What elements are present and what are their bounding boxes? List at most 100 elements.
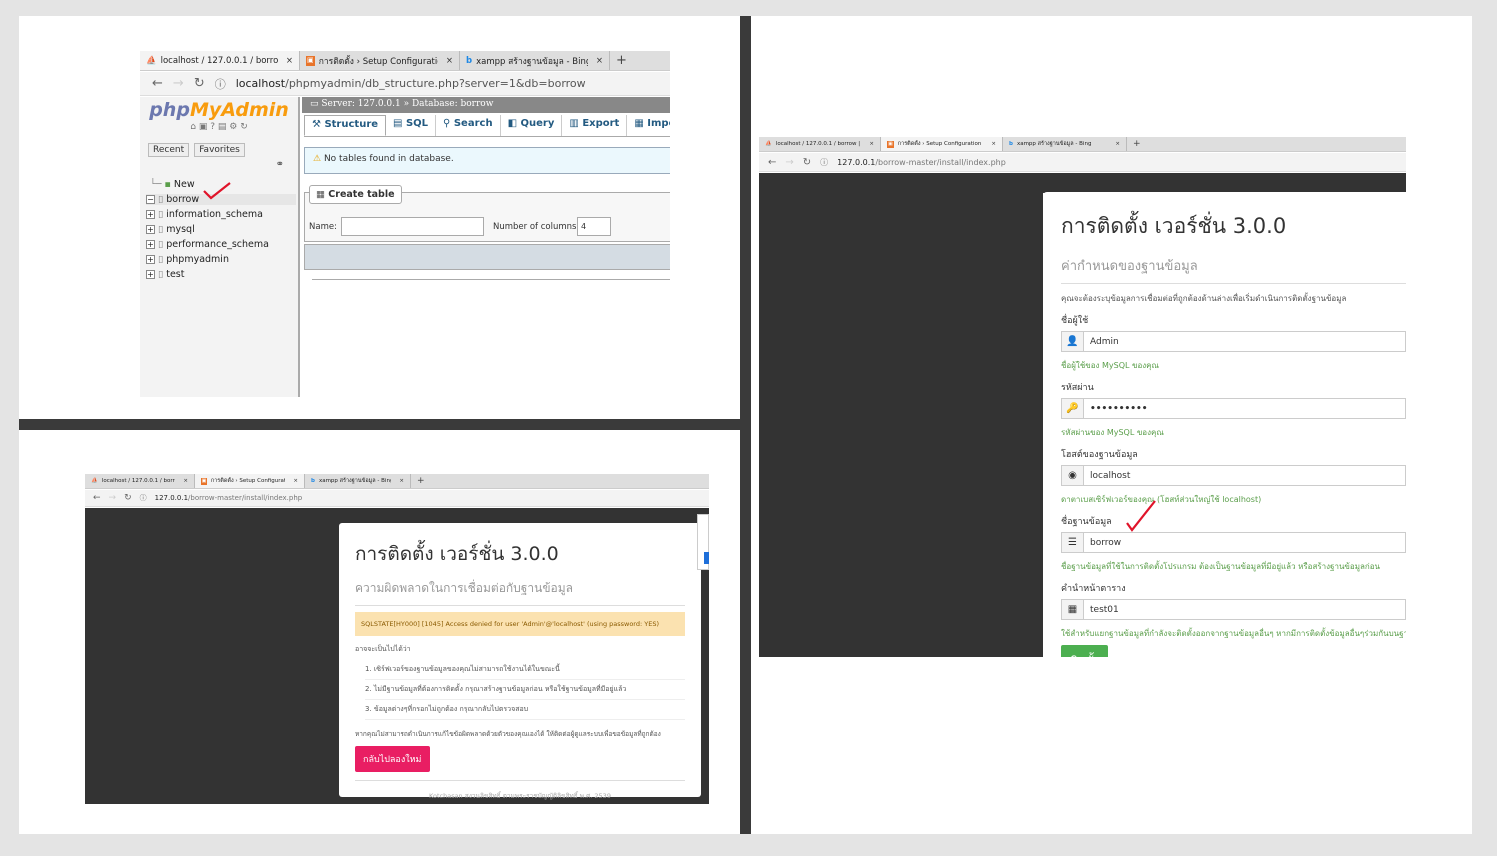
error-tab-bar: ⛵ localhost / 127.0.0.1 / borrow | p × ▣… (85, 474, 709, 489)
pma-logo: phpMyAdmin (149, 99, 289, 121)
browser-tab-setup[interactable]: ▣ การติดตั้ง › Setup Configuration F × (195, 474, 305, 488)
divider-line (312, 279, 670, 280)
recent-button[interactable]: Recent (148, 143, 190, 157)
table-icon: ▦ (1062, 600, 1084, 619)
page-background-left (759, 193, 1043, 657)
site-info-icon[interactable]: ⓘ (215, 76, 226, 92)
close-tab-icon[interactable]: × (987, 141, 996, 147)
back-icon[interactable]: ← (768, 157, 776, 168)
username-label: ชื่อผู้ใช้ (1061, 316, 1089, 326)
tree-item-performance-schema[interactable]: + ▯ performance_schema (146, 239, 269, 250)
url-field[interactable]: 127.0.0.1/borrow-master/install/index.ph… (155, 494, 303, 502)
reload-icon[interactable]: ↻ (194, 76, 205, 91)
new-tab-button[interactable]: + (1127, 137, 1147, 151)
reason-1: 1. เซิร์ฟเวอร์ของฐานข้อมูลของคุณไม่สามาร… (365, 664, 685, 680)
tab-query[interactable]: ◧ Query (501, 115, 563, 136)
table-name-input[interactable] (341, 217, 484, 236)
footer-text: Kotchasan สงวนลิขสิทธิ์ ตามพระราชบัญญัติ… (429, 792, 611, 800)
export-icon: ▥ (569, 118, 579, 129)
site-info-icon[interactable]: ⓘ (140, 493, 147, 503)
tree-item-phpmyadmin[interactable]: + ▯ phpmyadmin (146, 254, 229, 265)
new-tab-button[interactable]: + (610, 51, 633, 70)
tree-item-new[interactable]: └─ ▪ New (150, 179, 195, 190)
setup-favicon-icon: ▣ (201, 477, 207, 485)
browser-tab-bing[interactable]: b xampp สร้างฐานข้อมูล - Bing × (460, 51, 610, 70)
side-popup-button[interactable] (704, 552, 709, 564)
browser-tab-setup[interactable]: ▣ การติดตั้ง › Setup Configuration F × (881, 137, 1003, 151)
browser-tab-bing[interactable]: b xampp สร้างฐานข้อมูล - Bing × (1003, 137, 1127, 151)
pma-address-bar: ← → ↻ ⓘ localhost/phpmyadmin/db_structur… (140, 72, 670, 96)
columns-input[interactable]: 4 (577, 217, 611, 236)
pma-quick-icons: ⌂ ▣ ? ▤ ⚙ ↻ (140, 122, 298, 132)
reload-nav-icon[interactable]: ↻ (240, 122, 248, 132)
close-tab-icon[interactable]: × (1111, 141, 1120, 147)
page-title: การติดตั้ง เวอร์ชั่น 3.0.0 (355, 543, 559, 565)
browser-tab-pma[interactable]: ⛵ localhost / 127.0.0.1 / borrow | p × (85, 474, 195, 488)
install-screenshot-panel: ⛵ localhost / 127.0.0.1 / borrow | p × ▣… (751, 16, 1472, 834)
db-name-field[interactable]: ☰ borrow (1061, 532, 1406, 553)
help-icon[interactable]: ? (210, 122, 215, 132)
search-icon: ⚲ (443, 118, 451, 129)
pma-browser: ⛵ localhost / 127.0.0.1 / borrow | p × ▣… (140, 51, 670, 397)
new-db-icon: ▪ (164, 179, 171, 190)
horizontal-divider (19, 419, 740, 430)
install-button[interactable]: ติดตั้ง (1061, 645, 1109, 657)
forward-icon[interactable]: → (173, 76, 184, 91)
reason-2: 2. ไม่มีฐานข้อมูลที่ต้องการติดตั้ง กรุณา… (365, 684, 685, 700)
bing-favicon-icon: b (466, 55, 473, 66)
tab-import[interactable]: ▦ Import (627, 115, 670, 136)
close-tab-icon[interactable]: × (395, 478, 404, 484)
database-icon: ▯ (158, 209, 164, 220)
close-tab-icon[interactable]: × (282, 56, 293, 66)
table-prefix-label: คำนำหน้าตาราง (1061, 584, 1126, 594)
tree-item-information-schema[interactable]: + ▯ information_schema (146, 209, 263, 220)
page-subtitle: ความผิดพลาดในการเชื่อมต่อกับฐานข้อมูล (355, 579, 685, 606)
tree-item-test[interactable]: + ▯ test (146, 269, 184, 280)
db-host-field[interactable]: ◉ localhost (1061, 465, 1406, 486)
browser-tab-setup[interactable]: ▣ การติดตั้ง › Setup Configuration F × (300, 51, 460, 70)
home-icon[interactable]: ⌂ (190, 122, 196, 132)
browser-tab-pma[interactable]: ⛵ localhost / 127.0.0.1 / borrow | p × (140, 51, 300, 70)
settings-icon[interactable]: ⚙ (229, 122, 237, 132)
tab-structure[interactable]: ⚒ Structure (304, 115, 387, 136)
forward-icon[interactable]: → (109, 493, 117, 503)
server-icon: ▭ (310, 99, 319, 109)
tab-export[interactable]: ▥ Export (562, 115, 628, 136)
tree-item-mysql[interactable]: + ▯ mysql (146, 224, 195, 235)
structure-icon: ⚒ (312, 119, 321, 130)
close-tab-icon[interactable]: × (442, 56, 453, 66)
username-field[interactable]: 👤 Admin (1061, 331, 1406, 352)
reload-icon[interactable]: ↻ (124, 493, 132, 503)
close-tab-icon[interactable]: × (179, 478, 188, 484)
tab-sql[interactable]: ▤ SQL (386, 115, 437, 136)
link-icon[interactable]: ⚭ (276, 159, 284, 170)
table-prefix-field[interactable]: ▦ test01 (1061, 599, 1406, 620)
import-icon: ▦ (634, 118, 644, 129)
pma-breadcrumb: ▭ Server: 127.0.0.1 » Database: borrow (302, 97, 670, 113)
browser-tab-pma[interactable]: ⛵ localhost / 127.0.0.1 / borrow | p × (759, 137, 881, 151)
retry-button[interactable]: กลับไปลองใหม่ (355, 746, 430, 772)
back-icon[interactable]: ← (152, 76, 163, 91)
browser-tab-bing[interactable]: b xampp สร้างฐานข้อมูล - Bing × (305, 474, 411, 488)
tab-search[interactable]: ⚲ Search (436, 115, 501, 136)
close-tab-icon[interactable]: × (289, 478, 298, 484)
new-tab-button[interactable]: + (411, 474, 431, 488)
setup-favicon-icon: ▣ (887, 140, 894, 148)
url-field[interactable]: localhost/phpmyadmin/db_structure.php?se… (236, 77, 586, 90)
docs-icon[interactable]: ▤ (218, 122, 227, 132)
site-info-icon[interactable]: ⓘ (820, 157, 828, 168)
intro-text: คุณจะต้องระบุข้อมูลการเชื่อมต่อที่ถูกต้อ… (1061, 294, 1347, 303)
columns-label: Number of columns: (493, 222, 580, 232)
reload-icon[interactable]: ↻ (803, 157, 811, 168)
url-field[interactable]: 127.0.0.1/borrow-master/install/index.ph… (837, 158, 1006, 167)
database-icon: ▯ (158, 254, 164, 265)
favorites-button[interactable]: Favorites (194, 143, 245, 157)
logout-icon[interactable]: ▣ (199, 122, 208, 132)
pma-tab-bar: ⛵ localhost / 127.0.0.1 / borrow | p × ▣… (140, 51, 670, 71)
back-icon[interactable]: ← (93, 493, 101, 503)
close-tab-icon[interactable]: × (592, 56, 603, 66)
pma-favicon-icon: ⛵ (91, 478, 98, 484)
password-field[interactable]: 🔑 •••••••••• (1061, 398, 1406, 419)
forward-icon[interactable]: → (785, 157, 793, 168)
close-tab-icon[interactable]: × (865, 141, 874, 147)
